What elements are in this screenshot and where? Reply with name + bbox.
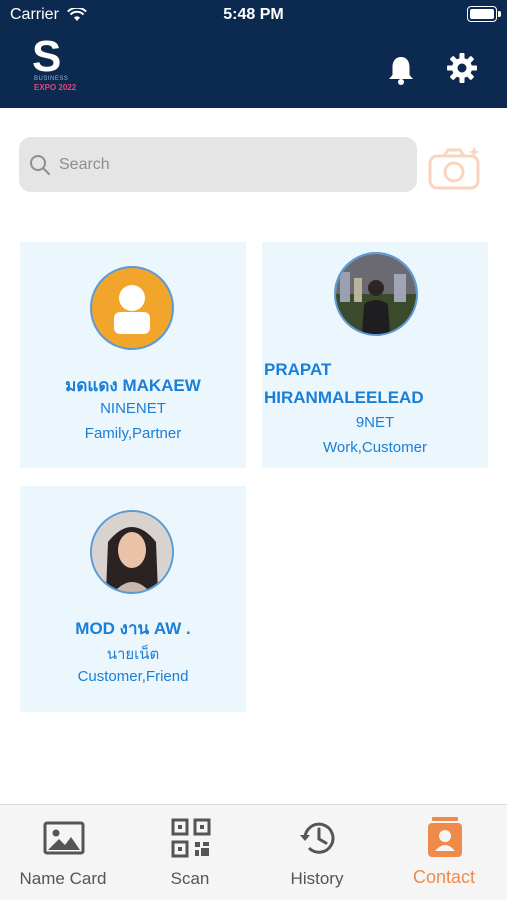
contact-tags: Customer,Friend (77, 668, 189, 685)
status-bar: Carrier 5:48 PM (0, 0, 507, 30)
default-user-avatar (90, 266, 174, 350)
app-header: Carrier 5:48 PM S BUSINESS EXPO 2022 (0, 0, 507, 108)
contact-company: 9NET (355, 414, 395, 431)
tab-scan[interactable]: Scan (127, 805, 253, 900)
contact-company: นายเน็ต (106, 646, 160, 663)
contact-name: PRAPAT HIRANMALEELEAD (264, 360, 424, 407)
contact-photo (336, 254, 416, 334)
status-time: 5:48 PM (223, 6, 284, 23)
battery-icon (467, 6, 501, 22)
photo-avatar (90, 510, 174, 594)
search-bar[interactable] (19, 137, 417, 192)
settings-gear-icon[interactable] (446, 52, 478, 84)
contact-name: MOD งาน AW . (75, 619, 191, 638)
photo-avatar (334, 252, 418, 336)
tab-contact[interactable]: Contact (381, 805, 507, 900)
tab-history[interactable]: History (254, 805, 380, 900)
contact-tags: Family,Partner (84, 425, 182, 442)
contact-name: มดแดง MAKAEW (65, 376, 201, 395)
logo-letter: S (32, 32, 62, 81)
contact-company: NINENET (100, 400, 166, 417)
logo-business: BUSINESS (34, 76, 69, 82)
tab-label: Contact (412, 867, 476, 887)
contact-card[interactable]: MOD งาน AW . นายเน็ต Customer,Friend (20, 486, 246, 712)
tab-name-card[interactable]: Name Card (0, 805, 126, 900)
image-icon (43, 821, 85, 855)
contact-card[interactable]: PRAPAT HIRANMALEELEAD 9NET Work,Customer (262, 242, 488, 468)
history-icon (300, 822, 335, 854)
tab-label: Scan (170, 869, 210, 888)
search-input[interactable] (59, 155, 359, 174)
qr-code-icon (171, 818, 211, 858)
tab-label: Name Card (19, 869, 107, 888)
contact-icon (428, 817, 462, 857)
search-icon (30, 154, 50, 175)
user-icon (114, 285, 150, 334)
logo-expo: EXPO 2022 (34, 83, 77, 92)
bottom-tab-bar: Name Card Scan History Contact (0, 804, 507, 900)
app-logo: S BUSINESS EXPO 2022 (32, 32, 84, 96)
contact-photo (92, 512, 172, 592)
tab-label: History (290, 869, 344, 888)
contact-tags: Work,Customer (323, 439, 427, 456)
camera-icon[interactable] (428, 146, 482, 190)
contact-card[interactable]: มดแดง MAKAEW NINENET Family,Partner (20, 242, 246, 468)
notification-bell-icon[interactable] (386, 54, 416, 86)
